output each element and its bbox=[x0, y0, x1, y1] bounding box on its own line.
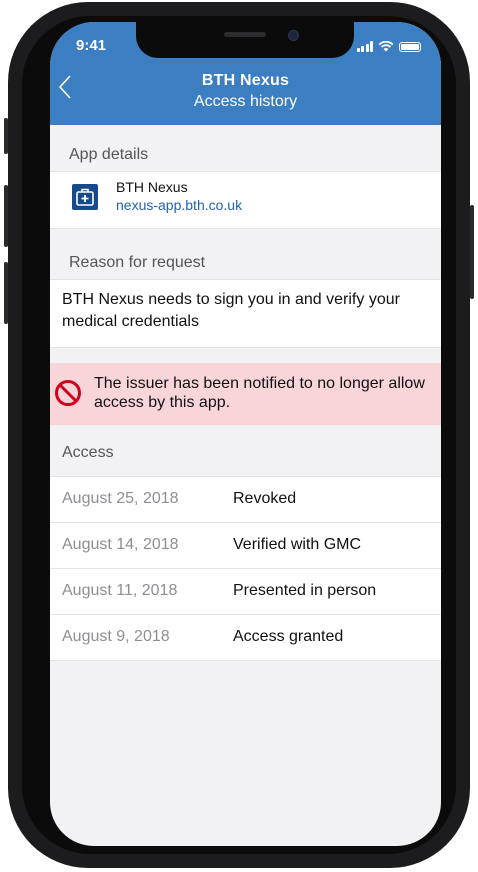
medical-kit-icon bbox=[72, 184, 98, 210]
signal-icon bbox=[356, 41, 373, 52]
volume-up-button bbox=[4, 185, 8, 247]
app-url-link[interactable]: nexus-app.bth.co.uk bbox=[116, 197, 242, 213]
alert-message: The issuer has been notified to no longe… bbox=[94, 375, 425, 411]
notch bbox=[136, 22, 354, 58]
reason-card: BTH Nexus needs to sign you in and verif… bbox=[50, 279, 441, 348]
page-subtitle: Access history bbox=[193, 93, 298, 110]
access-status: Access granted bbox=[233, 628, 344, 645]
reason-text: BTH Nexus needs to sign you in and verif… bbox=[62, 291, 400, 330]
access-date: August 14, 2018 bbox=[62, 536, 179, 553]
power-button bbox=[470, 205, 474, 299]
access-row[interactable]: August 9, 2018 Access granted bbox=[50, 615, 441, 661]
no-entry-icon bbox=[55, 380, 81, 406]
speaker-grille bbox=[224, 32, 266, 37]
battery-icon bbox=[399, 42, 421, 52]
page-title: BTH Nexus bbox=[201, 72, 290, 89]
revoked-alert: The issuer has been notified to no longe… bbox=[50, 363, 441, 425]
app-details-card[interactable]: BTH Nexus nexus-app.bth.co.uk bbox=[50, 171, 441, 229]
access-row[interactable]: August 14, 2018 Verified with GMC bbox=[50, 523, 441, 569]
access-status: Verified with GMC bbox=[233, 536, 362, 553]
access-list: August 25, 2018 Revoked August 14, 2018 … bbox=[50, 476, 441, 661]
access-status: Presented in person bbox=[233, 582, 377, 599]
access-row[interactable]: August 11, 2018 Presented in person bbox=[50, 569, 441, 615]
volume-down-button bbox=[4, 262, 8, 324]
nav-header: 9:41 BTH Nexus Access history bbox=[50, 22, 441, 125]
wifi-icon bbox=[378, 41, 394, 52]
access-date: August 9, 2018 bbox=[62, 628, 170, 645]
app-screen: 9:41 BTH Nexus Access history App detail… bbox=[50, 22, 441, 846]
status-time: 9:41 bbox=[76, 37, 107, 54]
status-icons bbox=[356, 40, 421, 52]
access-date: August 11, 2018 bbox=[62, 582, 178, 599]
access-label: Access bbox=[62, 444, 114, 461]
mute-switch bbox=[4, 118, 8, 154]
app-name: BTH Nexus bbox=[116, 179, 188, 195]
front-camera bbox=[288, 30, 299, 41]
access-row[interactable]: August 25, 2018 Revoked bbox=[50, 477, 441, 523]
access-status: Revoked bbox=[233, 490, 297, 507]
access-date: August 25, 2018 bbox=[62, 490, 179, 507]
